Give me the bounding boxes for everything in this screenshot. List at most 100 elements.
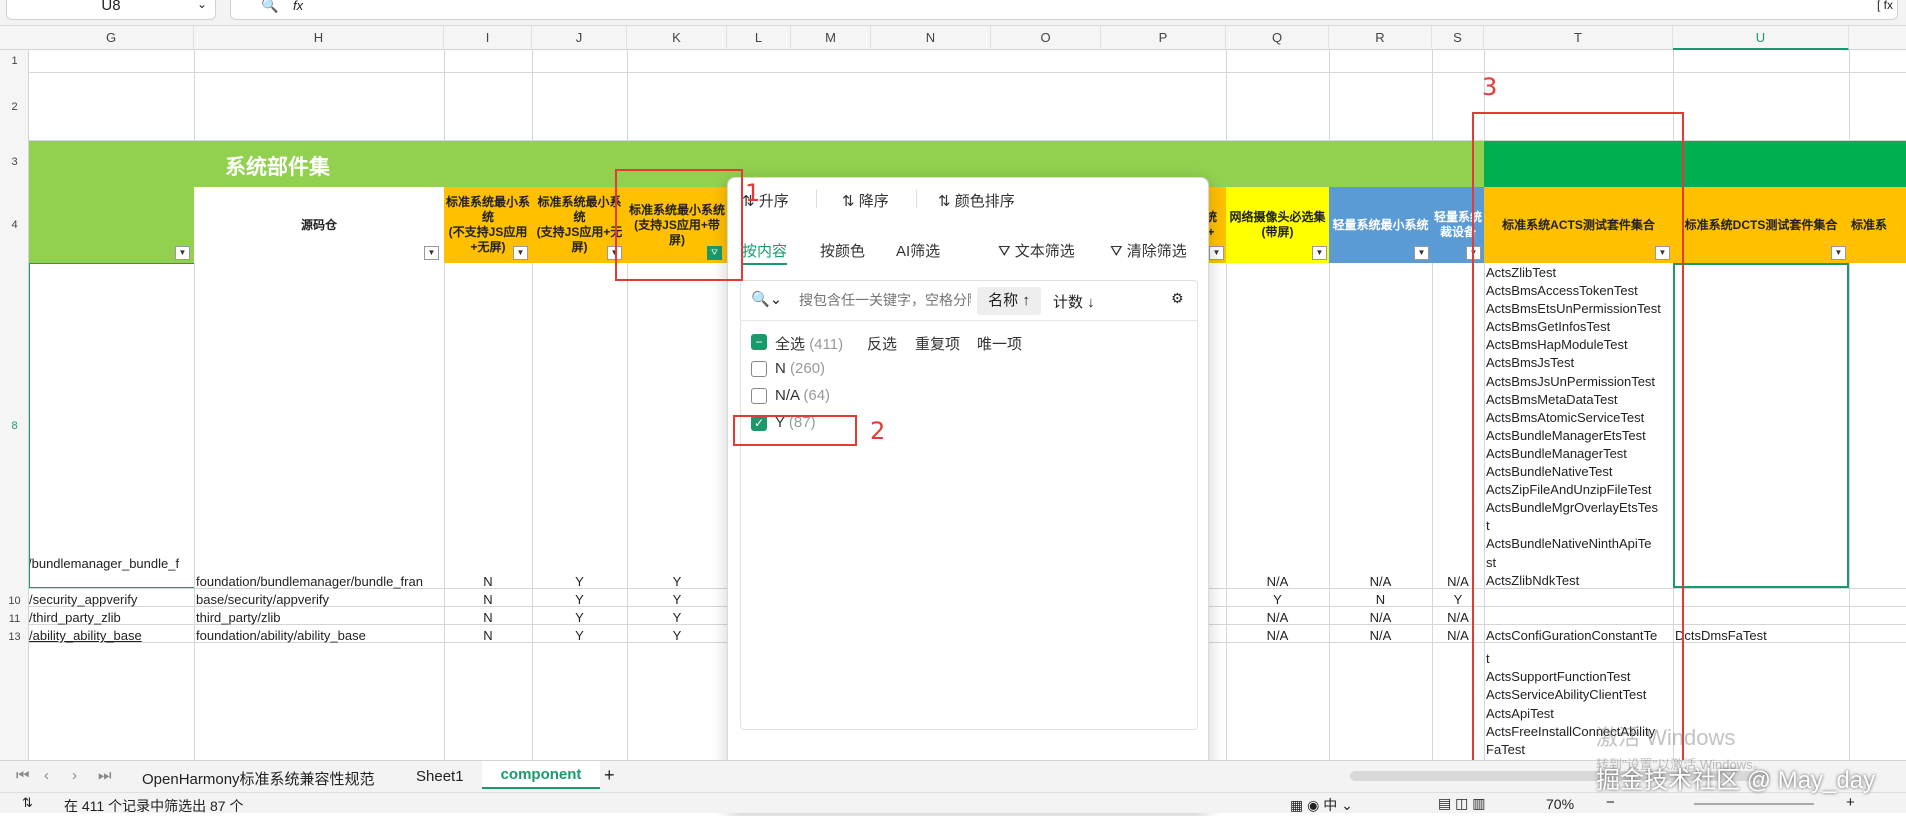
- cell-h13[interactable]: foundation/ability/ability_base: [196, 628, 444, 643]
- sort-desc-button[interactable]: ⇅ 降序: [842, 190, 889, 211]
- cell-k8[interactable]: Y: [627, 574, 727, 589]
- first-sheet-icon[interactable]: ⏮: [16, 767, 30, 784]
- cell-q13[interactable]: N/A: [1226, 628, 1329, 643]
- text-filter-button[interactable]: ⛛ 文本筛选: [998, 240, 1075, 261]
- cell-i11[interactable]: N: [444, 610, 532, 625]
- chevron-down-icon[interactable]: ⌄: [197, 0, 207, 11]
- row-header-8[interactable]: 8: [0, 420, 29, 432]
- cell-i10[interactable]: N: [444, 592, 532, 607]
- zoom-slider[interactable]: [1694, 803, 1814, 805]
- cell-g11[interactable]: /third_party_zlib: [29, 610, 194, 625]
- filter-dropdown-q[interactable]: ▼: [1312, 246, 1327, 260]
- cell-r8[interactable]: N/A: [1329, 574, 1432, 589]
- filter-settings-icon[interactable]: ⚙: [1171, 290, 1184, 307]
- col-header-s[interactable]: S: [1432, 26, 1484, 50]
- cell-q10[interactable]: Y: [1226, 592, 1329, 607]
- cell-k11[interactable]: Y: [627, 610, 727, 625]
- cell-u13[interactable]: DctsDmsFaTest: [1675, 628, 1849, 643]
- layout-icons[interactable]: ▤ ◫ ▥: [1438, 795, 1485, 812]
- zoom-in-icon[interactable]: +: [1846, 794, 1855, 811]
- view-icons[interactable]: ▦ ◉ 中 ⌄: [1290, 795, 1353, 815]
- unique-button[interactable]: 唯一项: [977, 333, 1022, 354]
- cell-j13[interactable]: Y: [532, 628, 627, 643]
- col-header-i[interactable]: I: [444, 26, 532, 50]
- row-header-10[interactable]: 10: [0, 595, 29, 607]
- col-header-l[interactable]: L: [727, 26, 791, 50]
- col-header-h[interactable]: H: [194, 26, 444, 50]
- col-header-m[interactable]: M: [791, 26, 871, 50]
- cell-g10[interactable]: /security_appverify: [29, 592, 194, 607]
- col-header-u[interactable]: U: [1673, 26, 1849, 50]
- name-sort-button[interactable]: 名称 ↑: [977, 287, 1041, 315]
- color-sort-button[interactable]: ⇅ 颜色排序: [938, 190, 1015, 211]
- filter-dropdown-p[interactable]: ▼: [1209, 246, 1224, 260]
- cell-h11[interactable]: third_party/zlib: [196, 610, 444, 625]
- next-sheet-icon[interactable]: ›: [72, 767, 77, 784]
- select-all-label[interactable]: 全选 (411): [775, 333, 843, 354]
- invert-button[interactable]: 反选: [867, 333, 897, 354]
- prev-sheet-icon[interactable]: ‹: [44, 767, 49, 784]
- duplicates-button[interactable]: 重复项: [915, 333, 960, 354]
- col-header-r[interactable]: R: [1329, 26, 1432, 50]
- cell-h8[interactable]: foundation/bundlemanager/bundle_fran: [196, 574, 444, 589]
- option-n[interactable]: N (260): [775, 360, 825, 377]
- cell-k13[interactable]: Y: [627, 628, 727, 643]
- cell-r11[interactable]: N/A: [1329, 610, 1432, 625]
- selected-cell-u8[interactable]: [1673, 263, 1849, 588]
- cell-r13[interactable]: N/A: [1329, 628, 1432, 643]
- col-header-p[interactable]: P: [1101, 26, 1226, 50]
- name-box[interactable]: U8 ⌄: [6, 0, 216, 20]
- sheet-tab-sheet1[interactable]: Sheet1: [416, 768, 464, 785]
- cell-j8[interactable]: Y: [532, 574, 627, 589]
- cell-i13[interactable]: N: [444, 628, 532, 643]
- select-all-checkbox[interactable]: −: [751, 334, 767, 350]
- zoom-level[interactable]: 70%: [1546, 796, 1574, 812]
- col-header-k[interactable]: K: [627, 26, 727, 50]
- tab-by-color[interactable]: 按颜色: [820, 240, 865, 261]
- cell-i8[interactable]: N: [444, 574, 532, 589]
- cell-k10[interactable]: Y: [627, 592, 727, 607]
- clear-filter-button[interactable]: ⛛ 清除筛选: [1110, 240, 1187, 261]
- cell-g8[interactable]: /bundlemanager_bundle_f: [29, 263, 194, 588]
- cell-r10[interactable]: N: [1329, 592, 1432, 607]
- filter-dropdown-u[interactable]: ▼: [1831, 246, 1846, 260]
- row-header-1[interactable]: 1: [0, 55, 29, 67]
- filter-dropdown-r[interactable]: ▼: [1414, 246, 1429, 260]
- row-header-11[interactable]: 11: [0, 613, 29, 625]
- row-header-4[interactable]: 4: [0, 219, 29, 231]
- cell-g13[interactable]: /ability_ability_base: [29, 628, 194, 643]
- cell-j10[interactable]: Y: [532, 592, 627, 607]
- col-header-q[interactable]: Q: [1226, 26, 1329, 50]
- filter-dropdown-h[interactable]: ▼: [424, 246, 439, 260]
- col-header-j[interactable]: J: [532, 26, 627, 50]
- search-scope-icon[interactable]: 🔍⌄: [751, 290, 782, 308]
- cell-q11[interactable]: N/A: [1226, 610, 1329, 625]
- row-header-2[interactable]: 2: [0, 101, 29, 113]
- col-header-g[interactable]: G: [29, 26, 194, 50]
- option-checkbox-na[interactable]: [751, 388, 767, 404]
- row-header-3[interactable]: 3: [0, 156, 29, 168]
- option-na[interactable]: N/A (64): [775, 387, 830, 404]
- filter-dropdown-i[interactable]: ▼: [513, 246, 528, 260]
- zoom-search-icon[interactable]: 🔍: [261, 0, 278, 14]
- sheet-tab-openharmony[interactable]: OpenHarmony标准系统兼容性规范: [142, 768, 375, 789]
- formula-input[interactable]: 🔍 fx [ fx: [230, 0, 1898, 20]
- tab-by-content[interactable]: 按内容: [742, 240, 788, 265]
- cell-j11[interactable]: Y: [532, 610, 627, 625]
- fx-expand-icon[interactable]: [ fx: [1877, 0, 1893, 12]
- option-checkbox-n[interactable]: [751, 361, 767, 377]
- last-sheet-icon[interactable]: ⏭: [98, 767, 112, 784]
- filter-search-input[interactable]: [799, 289, 971, 311]
- cell-h10[interactable]: base/security/appverify: [196, 592, 444, 607]
- col-header-o[interactable]: O: [991, 26, 1101, 50]
- add-sheet-icon[interactable]: +: [604, 765, 615, 786]
- tab-ai-filter[interactable]: AI筛选: [896, 240, 940, 261]
- zoom-out-icon[interactable]: −: [1606, 794, 1615, 811]
- filter-dropdown-g[interactable]: ▼: [175, 246, 190, 260]
- sheet-tab-component[interactable]: component: [482, 761, 600, 789]
- macro-icon[interactable]: ⇅: [22, 795, 33, 811]
- count-sort-button[interactable]: 计数 ↓: [1053, 291, 1095, 312]
- row-header-13[interactable]: 13: [0, 631, 29, 643]
- cell-q8[interactable]: N/A: [1226, 574, 1329, 589]
- col-header-n[interactable]: N: [871, 26, 991, 50]
